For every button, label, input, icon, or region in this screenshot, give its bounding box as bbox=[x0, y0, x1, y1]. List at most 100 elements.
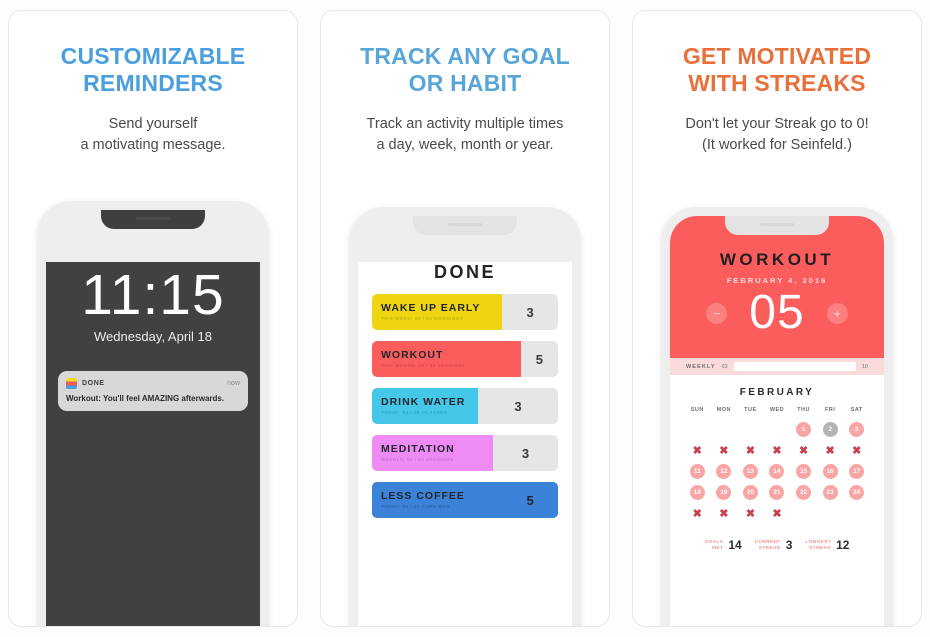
task-subtitle: TODAY: 04 / 08 GLASSES bbox=[381, 410, 448, 416]
calendar-day-today[interactable]: 2 bbox=[822, 422, 838, 437]
headline-line-2: REMINDERS bbox=[83, 70, 223, 97]
task-list: WAKE UP EARLY THIS WEEK: 03 / 04 MORNINGS… bbox=[372, 294, 558, 518]
calendar-day-done[interactable]: 1 bbox=[796, 422, 812, 437]
stat-item: CURRENT STREAK 3 bbox=[755, 538, 793, 552]
task-list-screen: DONE WAKE UP EARLY THIS WEEK: 03 / 04 MOR… bbox=[358, 262, 572, 626]
lockscreen-time: 11:15 bbox=[81, 263, 225, 327]
task-progress-fill: MEDITATION WEEKLY: 02 / 03 SESSIONS bbox=[372, 435, 493, 471]
counter-row: − 05 + bbox=[670, 289, 884, 337]
increment-button[interactable]: + bbox=[826, 302, 848, 324]
calendar: FEBRUARY SUN MON TUE WED THU FRI SAT 1 2 3 ✖ ✖ ✖ ✖ ✖ ✖… bbox=[670, 375, 884, 552]
task-row[interactable]: MEDITATION WEEKLY: 02 / 03 SESSIONS 3 bbox=[372, 435, 558, 471]
calendar-day-done[interactable]: 14 bbox=[769, 464, 785, 479]
calendar-day-done[interactable]: 11 bbox=[689, 464, 705, 479]
calendar-day-done[interactable]: 3 bbox=[849, 422, 865, 437]
calendar-day-miss[interactable]: ✖ bbox=[690, 506, 705, 521]
calendar-month: FEBRUARY bbox=[739, 387, 815, 398]
calendar-day-done[interactable]: 13 bbox=[742, 464, 758, 479]
headline-line-2: OR HABIT bbox=[408, 70, 522, 97]
panel-get-motivated: GET MOTIVATED WITH STREAKS Don't let you… bbox=[632, 10, 922, 627]
task-subtitle: THIS WEEK: 03 / 04 MORNINGS bbox=[381, 316, 464, 322]
subline-line-1: Don't let your Streak go to 0! bbox=[685, 116, 869, 133]
calendar-day-miss[interactable]: ✖ bbox=[743, 506, 758, 521]
phone-notch bbox=[413, 216, 517, 235]
calendar-day-done[interactable]: 12 bbox=[716, 464, 732, 479]
stat-item: GOALS MET 14 bbox=[705, 538, 742, 552]
calendar-weekday: FRI bbox=[824, 407, 836, 413]
task-name: WAKE UP EARLY bbox=[381, 301, 481, 314]
calendar-day-done[interactable]: 18 bbox=[689, 485, 705, 500]
calendar-day-miss[interactable]: ✖ bbox=[716, 506, 731, 521]
calendar-day-miss[interactable]: ✖ bbox=[849, 443, 864, 458]
headline-line-1: CUSTOMIZABLE bbox=[60, 43, 246, 69]
app-title: DONE bbox=[433, 262, 496, 282]
stat-item: LONGEST STREAK 12 bbox=[805, 538, 849, 552]
calendar-day-done[interactable]: 19 bbox=[716, 485, 732, 500]
calendar-day-done[interactable]: 17 bbox=[849, 464, 865, 479]
notification-timestamp: now bbox=[227, 380, 240, 387]
task-progress-fill: DRINK WATER TODAY: 04 / 08 GLASSES bbox=[372, 388, 479, 424]
calendar-day-miss[interactable]: ✖ bbox=[823, 443, 838, 458]
phone-notch bbox=[101, 210, 205, 229]
app-store-screenshot-gallery: CUSTOMIZABLE REMINDERS Send yourself a m… bbox=[0, 0, 930, 637]
calendar-day-miss[interactable]: ✖ bbox=[690, 443, 705, 458]
phone-mockup-tasklist: DONE WAKE UP EARLY THIS WEEK: 03 / 04 MOR… bbox=[349, 207, 581, 626]
task-count: 5 bbox=[535, 351, 544, 367]
stat-value: 3 bbox=[785, 538, 793, 552]
panel-1-headline: CUSTOMIZABLE REMINDERS bbox=[9, 43, 297, 97]
task-row[interactable]: WAKE UP EARLY THIS WEEK: 03 / 04 MORNINGS… bbox=[372, 294, 558, 330]
lockscreen-date: Wednesday, April 18 bbox=[93, 329, 213, 344]
calendar-day-done[interactable]: 21 bbox=[769, 485, 785, 500]
phone-mockup-streak: WORKOUT FEBRUARY 4, 2016 − 05 + WEEKLY 0… bbox=[661, 207, 893, 626]
calendar-day-miss[interactable]: ✖ bbox=[743, 443, 758, 458]
habit-title: WORKOUT bbox=[719, 250, 835, 269]
panel-2-subline: Track an activity multiple times a day, … bbox=[321, 114, 609, 155]
task-progress-fill: WORKOUT THIS MONTH: 08 / 10 SESSIONS bbox=[372, 341, 521, 377]
subline-line-1: Track an activity multiple times bbox=[366, 116, 564, 133]
panel-2-headline: TRACK ANY GOAL OR HABIT bbox=[321, 43, 609, 97]
weekly-min-value: 03 bbox=[721, 363, 728, 370]
task-row[interactable]: LESS COFFEE TODAY: 00 / 02 CUPS MAX 5 bbox=[372, 482, 558, 518]
task-count: 3 bbox=[526, 304, 534, 320]
calendar-days-grid: 1 2 3 ✖ ✖ ✖ ✖ ✖ ✖ ✖ 11 12 13 14 15 16 17 18 19 20 21 22 23 24 ✖ ✖… bbox=[684, 422, 870, 521]
notification-app-name: DONE bbox=[82, 380, 105, 387]
calendar-day-miss[interactable]: ✖ bbox=[796, 443, 811, 458]
calendar-day-miss[interactable]: ✖ bbox=[769, 443, 784, 458]
calendar-day-done[interactable]: 23 bbox=[822, 485, 838, 500]
speaker-grille-icon bbox=[136, 217, 170, 220]
task-name: DRINK WATER bbox=[381, 395, 466, 408]
calendar-weekday: THU bbox=[797, 407, 810, 413]
notification-banner[interactable]: DONE now Workout: You'll feel AMAZING af… bbox=[58, 371, 248, 411]
calendar-day-miss[interactable]: ✖ bbox=[716, 443, 731, 458]
phone-notch bbox=[725, 216, 829, 235]
calendar-day-done[interactable]: 15 bbox=[796, 464, 812, 479]
speaker-grille-icon bbox=[760, 223, 794, 226]
weekly-progress-bar[interactable]: WEEKLY 03 10 bbox=[670, 358, 884, 375]
task-row[interactable]: DRINK WATER TODAY: 04 / 08 GLASSES 3 bbox=[372, 388, 558, 424]
calendar-weekday: MON bbox=[716, 407, 732, 413]
calendar-day-done[interactable]: 16 bbox=[822, 464, 838, 479]
task-count: 3 bbox=[514, 398, 522, 414]
calendar-day-done[interactable]: 20 bbox=[742, 485, 758, 500]
panel-track-any-goal: TRACK ANY GOAL OR HABIT Track an activit… bbox=[320, 10, 610, 627]
task-row[interactable]: WORKOUT THIS MONTH: 08 / 10 SESSIONS 5 bbox=[372, 341, 558, 377]
calendar-weekday: TUE bbox=[744, 407, 757, 413]
calendar-day-empty bbox=[769, 422, 784, 437]
calendar-day-empty bbox=[796, 506, 811, 521]
headline-line-1: TRACK ANY GOAL bbox=[360, 43, 570, 69]
weekly-label: WEEKLY bbox=[686, 363, 716, 370]
decrement-button[interactable]: − bbox=[706, 302, 728, 324]
calendar-day-done[interactable]: 24 bbox=[849, 485, 865, 500]
task-name: MEDITATION bbox=[381, 442, 455, 455]
panel-3-subline: Don't let your Streak go to 0! (It worke… bbox=[633, 114, 921, 155]
habit-date: FEBRUARY 4, 2016 bbox=[726, 276, 828, 285]
headline-line-1: GET MOTIVATED bbox=[682, 43, 872, 69]
calendar-day-done[interactable]: 22 bbox=[796, 485, 812, 500]
subline-line-2: a day, week, month or year. bbox=[376, 136, 554, 153]
task-count: 5 bbox=[526, 492, 534, 508]
subline-line-2: (It worked for Seinfeld.) bbox=[702, 136, 852, 153]
speaker-grille-icon bbox=[448, 223, 482, 226]
panel-1-subline: Send yourself a motivating message. bbox=[9, 114, 297, 155]
task-count: 3 bbox=[521, 445, 530, 461]
calendar-day-miss[interactable]: ✖ bbox=[769, 506, 784, 521]
